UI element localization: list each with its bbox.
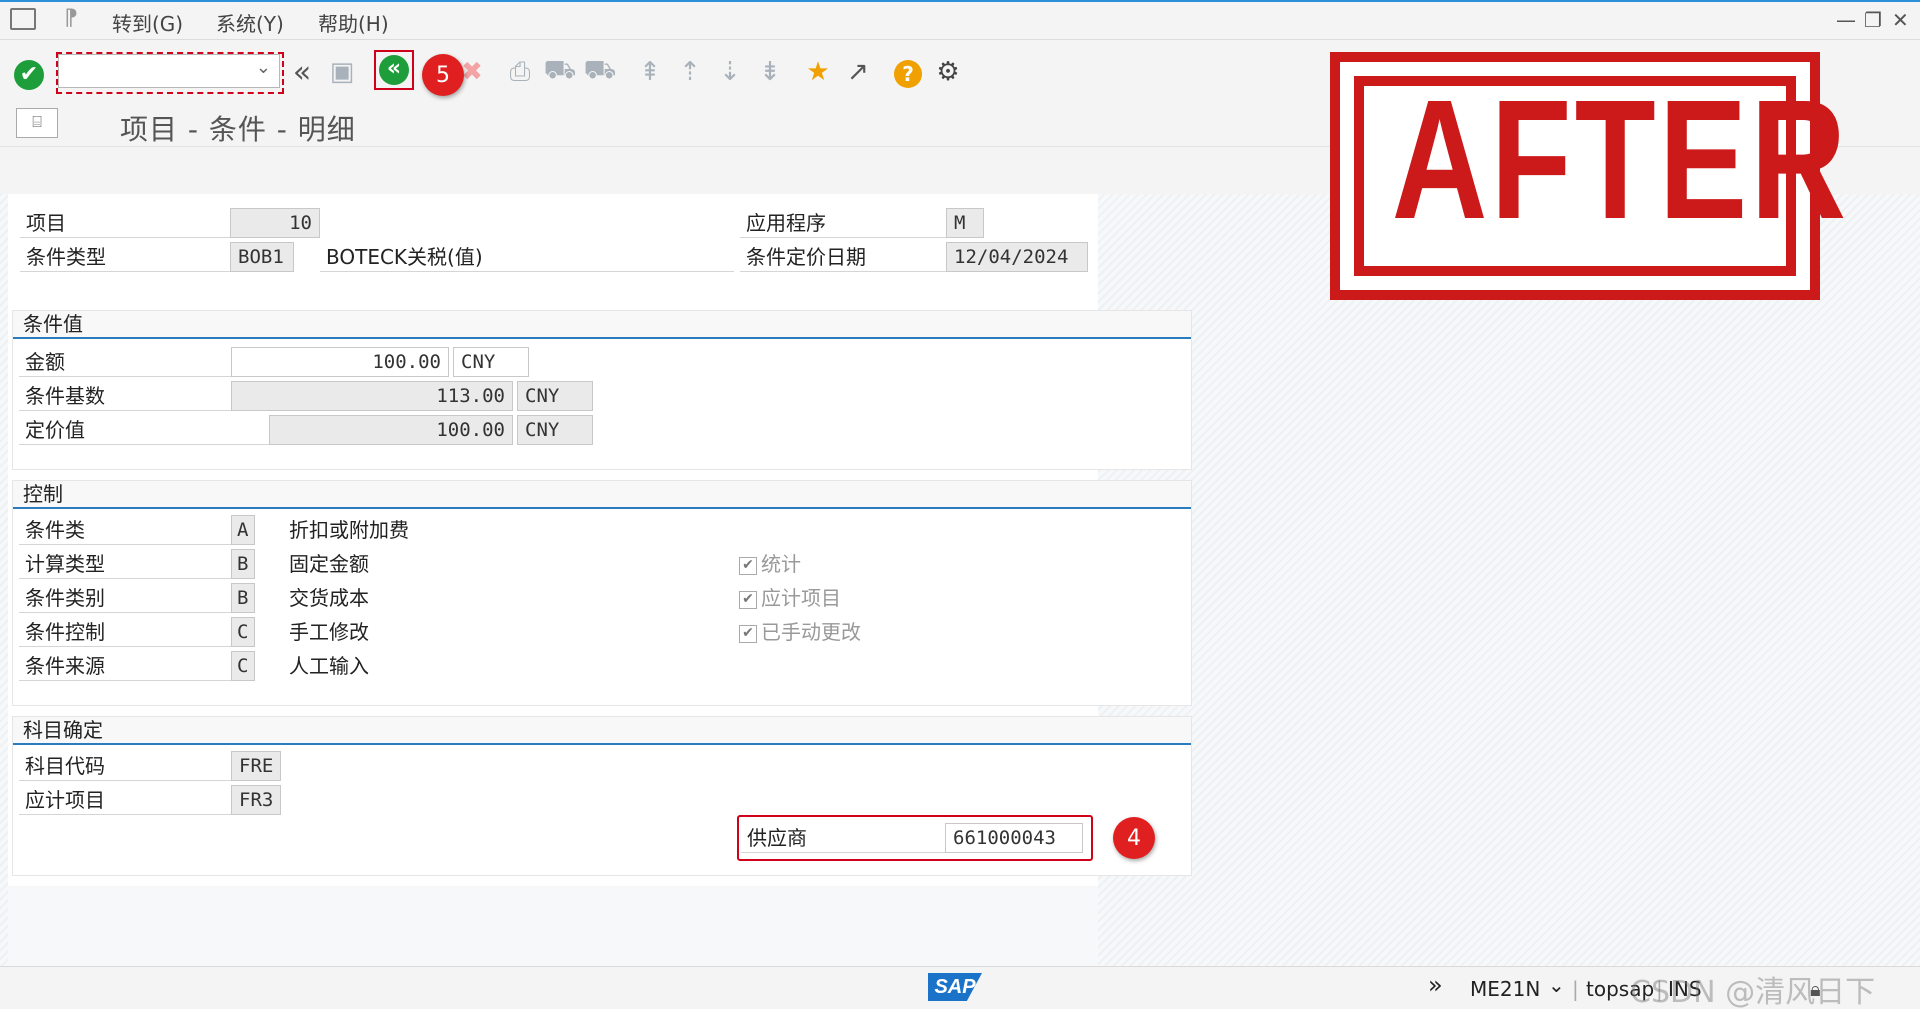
item-field: 10: [230, 208, 320, 238]
print-icon[interactable]: ⎙: [504, 56, 536, 88]
close-icon[interactable]: ✕: [1892, 8, 1909, 32]
pricing-date-label: 条件定价日期: [740, 242, 954, 272]
chevron-down-icon[interactable]: ⌄: [1548, 973, 1565, 997]
save-icon[interactable]: ▣: [326, 56, 358, 88]
menu-icon[interactable]: [10, 8, 36, 30]
collapse-icon[interactable]: «: [286, 55, 318, 90]
statistical-label: 统计: [761, 552, 801, 576]
status-bar: SAP » ME21N ⌄ | topsap | INS 🔒︎ CSDN @清风…: [0, 966, 1920, 1010]
menu-goto[interactable]: 转到(G): [112, 8, 183, 37]
condition-values-section: 条件值 金额 100.00 CNY 条件基数 113.00 CNY 定价值 10…: [12, 310, 1192, 470]
find-icon[interactable]: ⛟: [544, 55, 577, 88]
pricing-date-field: 12/04/2024: [946, 242, 1088, 272]
manually-changed-label: 已手动更改: [761, 620, 861, 644]
condition-origin-field: C: [231, 651, 255, 681]
content-area: 项目 10 条件类型 BOB1 BOTECK关税(值) 应用程序 M 条件定价日…: [0, 194, 1920, 966]
step-badge-5: 5: [422, 54, 464, 96]
accrual-label: 应计项目: [761, 586, 841, 610]
condition-control-desc: 手工修改: [289, 620, 369, 644]
back-icon: «: [379, 55, 409, 85]
account-determination-heading: 科目确定: [13, 717, 1191, 745]
status-divider: |: [1572, 977, 1579, 1001]
condition-category-label: 条件类别: [19, 583, 237, 613]
pricing-value-field: 100.00: [269, 415, 513, 445]
shortcut-icon[interactable]: ↗: [842, 56, 874, 88]
item-label: 项目: [20, 208, 238, 238]
pricing-value-label: 定价值: [19, 415, 275, 445]
vendor-label: 供应商: [741, 823, 955, 853]
minimize-icon[interactable]: —: [1836, 8, 1856, 32]
statistical-checkbox[interactable]: ✔ 统计: [739, 549, 801, 579]
restore-icon[interactable]: ❐: [1864, 8, 1882, 32]
help-icon[interactable]: ?: [894, 60, 922, 88]
condition-category-desc: 交货成本: [289, 586, 369, 610]
condition-origin-label: 条件来源: [19, 651, 237, 681]
manually-changed-checkbox[interactable]: ✔ 已手动更改: [739, 617, 861, 647]
menu-bar: ⁋ 转到(G) 系统(Y) 帮助(H) — ❐ ✕: [0, 0, 1920, 40]
expand-status-icon[interactable]: »: [1428, 971, 1443, 999]
calc-type-label: 计算类型: [19, 549, 237, 579]
condition-class-label: 条件类: [19, 515, 237, 545]
checkmark-icon: ✔: [739, 624, 757, 643]
menu-system[interactable]: 系统(Y): [216, 8, 284, 37]
condition-class-desc: 折扣或附加费: [289, 518, 409, 542]
back-button[interactable]: «: [374, 50, 414, 90]
application-field: M: [946, 208, 984, 238]
enter-check-icon[interactable]: ✔: [14, 60, 44, 90]
control-heading: 控制: [13, 481, 1191, 509]
vendor-field[interactable]: 661000043: [945, 823, 1083, 853]
condition-class-field: A: [231, 515, 255, 545]
accrual-checkbox[interactable]: ✔ 应计项目: [739, 583, 841, 613]
condition-category-field: B: [231, 583, 255, 613]
condition-base-unit-field: CNY: [517, 381, 593, 411]
watermark: CSDN @清风日下: [1630, 975, 1876, 1010]
amount-unit-field[interactable]: CNY: [453, 347, 529, 377]
screen-menu-icon[interactable]: ⌸: [16, 108, 58, 138]
last-page-icon[interactable]: ⇟: [754, 56, 786, 88]
first-page-icon[interactable]: ⇞: [634, 56, 666, 88]
next-page-icon[interactable]: ⇣: [714, 56, 746, 88]
condition-origin-desc: 人工输入: [289, 654, 369, 678]
condition-base-label: 条件基数: [19, 381, 237, 411]
condition-base-field: 113.00: [231, 381, 513, 411]
find-next-icon[interactable]: ⛟: [584, 55, 617, 88]
create-session-icon[interactable]: ★: [802, 56, 834, 88]
checkmark-icon: ✔: [739, 590, 757, 609]
calc-type-field: B: [231, 549, 255, 579]
accruals-field: FR3: [231, 785, 281, 815]
step-badge-4: 4: [1113, 817, 1155, 859]
sap-logo: SAP: [928, 973, 982, 1001]
control-section: 控制 条件类 A 折扣或附加费 计算类型 B 固定金额 条件类别 B 交货成本 …: [12, 480, 1192, 706]
account-key-label: 科目代码: [19, 751, 237, 781]
condition-control-label: 条件控制: [19, 617, 237, 647]
condition-control-field: C: [231, 617, 255, 647]
amount-field[interactable]: 100.00: [231, 347, 449, 377]
condition-type-label: 条件类型: [20, 242, 238, 272]
condition-type-field: BOB1: [230, 242, 294, 272]
layout-icon[interactable]: ⁋: [64, 6, 78, 31]
lower-blank-area: [8, 886, 1098, 966]
command-field-highlight: [56, 52, 284, 94]
stamp-text: AFTER: [1391, 65, 1850, 255]
amount-label: 金额: [19, 347, 237, 377]
settings-gear-icon[interactable]: ⚙: [932, 56, 964, 88]
previous-page-icon[interactable]: ⇡: [674, 56, 706, 88]
account-key-field: FRE: [231, 751, 281, 781]
transaction-code: ME21N: [1470, 977, 1541, 1001]
menu-help[interactable]: 帮助(H): [318, 8, 389, 37]
accruals-label: 应计项目: [19, 785, 237, 815]
pricing-value-unit-field: CNY: [517, 415, 593, 445]
condition-type-description: BOTECK关税(值): [320, 242, 734, 272]
application-label: 应用程序: [740, 208, 954, 238]
after-stamp: AFTER: [1330, 52, 1850, 300]
condition-values-heading: 条件值: [13, 311, 1191, 339]
account-determination-section: 科目确定 科目代码 FRE 应计项目 FR3 供应商 661000043 4: [12, 716, 1192, 876]
page-title: 项目 - 条件 - 明细: [120, 113, 356, 146]
calc-type-desc: 固定金额: [289, 552, 369, 576]
checkmark-icon: ✔: [739, 556, 757, 575]
